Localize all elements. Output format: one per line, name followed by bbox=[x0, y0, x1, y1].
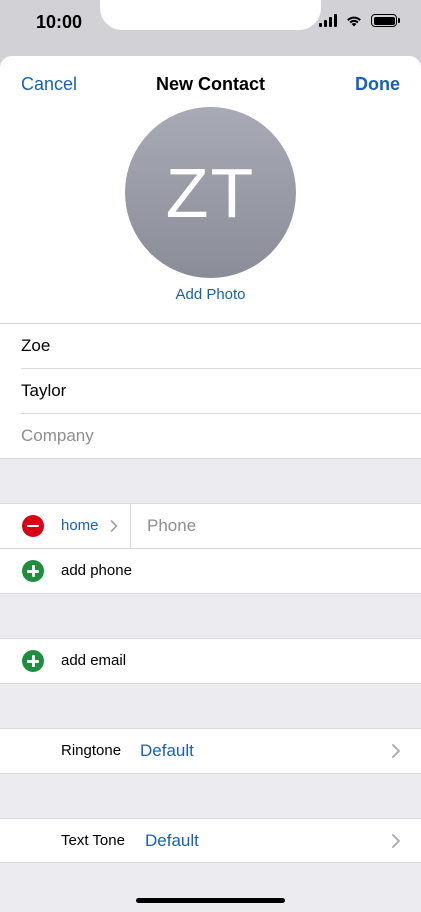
avatar[interactable]: ZT bbox=[125, 107, 296, 278]
section-spacer bbox=[0, 458, 421, 503]
contact-header: Cancel New Contact Done ZT Add Photo bbox=[0, 56, 421, 323]
add-email-row[interactable]: add email bbox=[0, 638, 421, 683]
status-icons bbox=[319, 14, 400, 27]
chevron-right-icon bbox=[110, 520, 118, 532]
add-phone-row[interactable]: add phone bbox=[0, 548, 421, 593]
text-tone-row[interactable]: Text Tone Default bbox=[0, 818, 421, 863]
minus-icon bbox=[27, 524, 39, 528]
add-phone-label: add phone bbox=[61, 562, 132, 579]
ringtone-label: Ringtone bbox=[61, 742, 122, 759]
device-screen: 10:00 Cancel New Contact Done ZT Add Pho… bbox=[0, 0, 421, 912]
add-email-button[interactable] bbox=[22, 650, 44, 672]
first-name-value: Zoe bbox=[21, 336, 51, 355]
avatar-initials: ZT bbox=[165, 153, 256, 232]
chevron-right-icon bbox=[392, 834, 400, 848]
phone-row: home Phone bbox=[0, 503, 421, 548]
home-indicator[interactable] bbox=[136, 898, 285, 903]
email-group: add email bbox=[0, 638, 421, 683]
add-email-label: add email bbox=[61, 652, 127, 669]
plus-icon bbox=[27, 655, 39, 667]
section-spacer bbox=[0, 773, 421, 818]
section-spacer bbox=[0, 593, 421, 638]
last-name-field[interactable]: Taylor bbox=[21, 368, 421, 413]
chevron-right-icon bbox=[392, 744, 400, 758]
battery-icon bbox=[371, 14, 400, 27]
plus-icon bbox=[27, 565, 39, 577]
ringtone-row[interactable]: Ringtone Default bbox=[0, 728, 421, 773]
text-tone-group: Text Tone Default bbox=[0, 818, 421, 863]
remove-phone-button[interactable] bbox=[22, 515, 44, 537]
cellular-signal-icon bbox=[319, 14, 337, 27]
text-tone-value: Default bbox=[145, 831, 199, 850]
phone-label-selector[interactable]: home bbox=[61, 517, 99, 534]
section-spacer bbox=[0, 683, 421, 728]
wifi-icon bbox=[347, 16, 361, 27]
last-name-value: Taylor bbox=[21, 381, 67, 400]
text-tone-label: Text Tone bbox=[61, 832, 125, 849]
field-divider bbox=[130, 504, 131, 548]
name-fields-group: Zoe Taylor Company bbox=[0, 323, 421, 458]
phone-input[interactable]: Phone bbox=[147, 516, 196, 536]
company-placeholder: Company bbox=[21, 426, 94, 445]
status-bar: 10:00 bbox=[0, 0, 421, 48]
device-notch bbox=[100, 0, 321, 30]
phone-group: home Phone add phone bbox=[0, 503, 421, 593]
status-time: 10:00 bbox=[36, 12, 83, 32]
add-phone-button[interactable] bbox=[22, 560, 44, 582]
first-name-field[interactable]: Zoe bbox=[0, 323, 421, 368]
new-contact-sheet: Cancel New Contact Done ZT Add Photo Zoe… bbox=[0, 56, 421, 912]
ringtone-value: Default bbox=[140, 741, 194, 760]
company-field[interactable]: Company bbox=[21, 413, 421, 458]
done-button[interactable]: Done bbox=[355, 74, 400, 95]
ringtone-group: Ringtone Default bbox=[0, 728, 421, 773]
add-photo-button[interactable]: Add Photo bbox=[0, 286, 421, 303]
